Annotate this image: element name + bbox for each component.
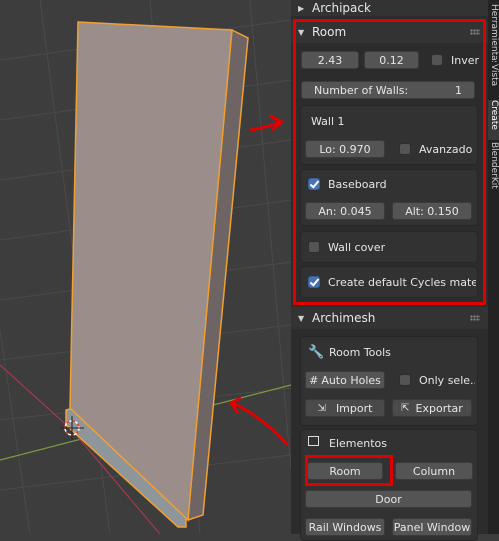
rail-windows-button[interactable]: Rail Windows <box>305 518 385 536</box>
import-label: Import <box>335 401 373 415</box>
room-button-highlight <box>305 455 393 486</box>
tab-create[interactable]: Create <box>488 100 499 140</box>
sidebar-tab-strip: Herramientas Vista Create BlenderKit <box>488 0 499 534</box>
elements-title: Elementos <box>329 437 388 450</box>
collapsed-triangle-icon: ▶ <box>298 3 305 13</box>
column-create-button[interactable]: Column <box>395 462 473 480</box>
drag-grip-icon[interactable] <box>470 315 480 321</box>
archipack-panel-header[interactable]: ▶ Archipack <box>291 0 488 16</box>
viewport-scene <box>0 0 291 534</box>
annotation-arrow-left <box>231 401 290 447</box>
panel-window-button[interactable]: Panel Window <box>392 518 472 536</box>
hash-icon: # <box>309 373 319 387</box>
import-button[interactable]: ⇲ Import <box>305 399 385 417</box>
tab-blenderkit[interactable]: BlenderKit <box>488 142 499 212</box>
x-axis-line <box>0 364 73 431</box>
archimesh-panel-header[interactable]: ▼ Archimesh <box>291 307 488 329</box>
export-button[interactable]: ⇱ Exportar <box>392 399 472 417</box>
door-create-button[interactable]: Door <box>305 490 472 508</box>
only-selected-label: Only sele.. <box>419 374 475 387</box>
import-icon: ⇲ <box>317 402 326 414</box>
only-selected-checkbox[interactable] <box>399 374 411 386</box>
box-icon <box>308 436 319 446</box>
room-tools-title: Room Tools <box>329 346 391 359</box>
archimesh-title: Archimesh <box>312 311 376 325</box>
archipack-title: Archipack <box>312 1 371 15</box>
auto-holes-button[interactable]: # Auto Holes <box>305 371 385 389</box>
room-tools-box: 🔧 Room Tools # Auto Holes Only sele.. ⇲ … <box>300 336 478 426</box>
tab-vista[interactable]: Vista <box>488 64 499 98</box>
export-label: Exportar <box>415 401 463 415</box>
wrench-icon: 🔧 <box>308 345 325 360</box>
auto-holes-label: Auto Holes <box>321 373 381 387</box>
sidebar-panel: ▶ Archipack ▼ Room 2.43 0.12 Inver Numbe… <box>291 0 488 541</box>
3d-viewport[interactable] <box>0 0 291 534</box>
expanded-triangle-icon: ▼ <box>298 313 305 323</box>
export-icon: ⇱ <box>401 402 410 414</box>
tab-herramientas[interactable]: Herramientas <box>488 4 499 62</box>
room-panel-highlight <box>293 19 486 305</box>
